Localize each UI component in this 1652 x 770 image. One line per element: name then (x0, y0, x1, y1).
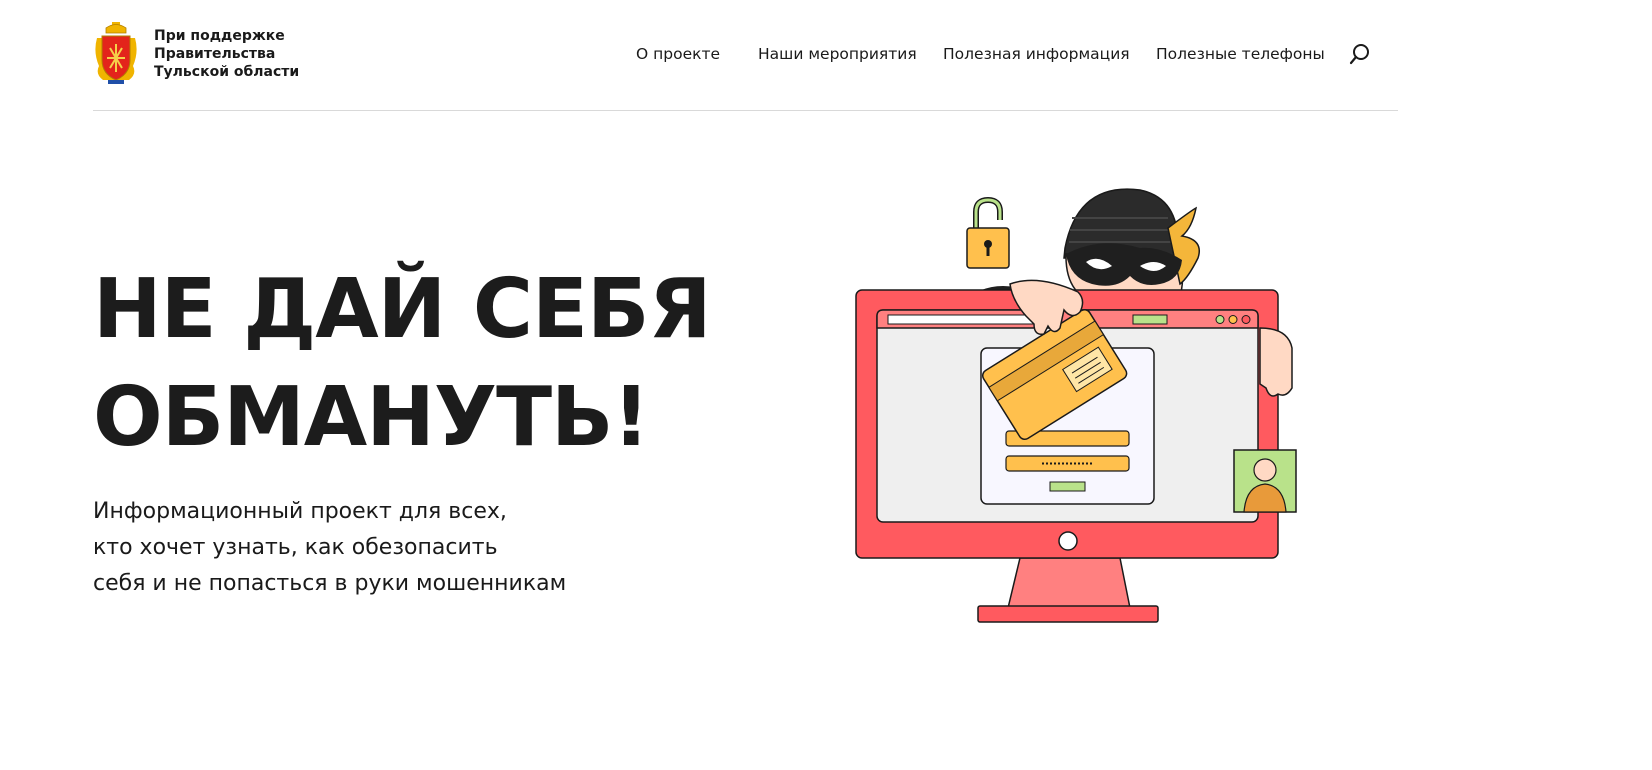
hero-subtitle-line: кто хочет узнать, как обезопасить (93, 535, 498, 560)
support-line: При поддержке (154, 28, 285, 44)
hero-title-line: НЕ ДАЙ СЕБЯ (93, 262, 712, 357)
nav-about-project[interactable]: О проекте (636, 45, 720, 63)
government-support-label: При поддержке Правительства Тульской обл… (154, 27, 314, 81)
search-icon[interactable] (1348, 42, 1372, 66)
nav-useful-info[interactable]: Полезная информация (943, 45, 1130, 63)
support-line: Правительства (154, 46, 276, 62)
support-line: Тульской области (154, 64, 300, 80)
hero-subtitle-line: Информационный проект для всех, (93, 499, 507, 524)
hero-title: НЕ ДАЙ СЕБЯ ОБМАНУТЬ! (93, 256, 712, 472)
nav-our-events[interactable]: Наши мероприятия (758, 45, 917, 63)
nav-useful-phones[interactable]: Полезные телефоны (1156, 45, 1325, 63)
thief-computer-illustration (855, 188, 1297, 623)
coat-of-arms-icon[interactable] (93, 20, 139, 86)
hero-subtitle: Информационный проект для всех, кто хоче… (93, 494, 566, 602)
hero-subtitle-line: себя и не попасться в руки мошенникам (93, 571, 567, 596)
hero-title-line: ОБМАНУТЬ! (93, 370, 650, 465)
site-header: При поддержке Правительства Тульской обл… (93, 0, 1398, 111)
open-padlock-icon (966, 196, 1010, 269)
thief-hand (1259, 327, 1293, 397)
user-avatar-icon (1233, 449, 1297, 513)
